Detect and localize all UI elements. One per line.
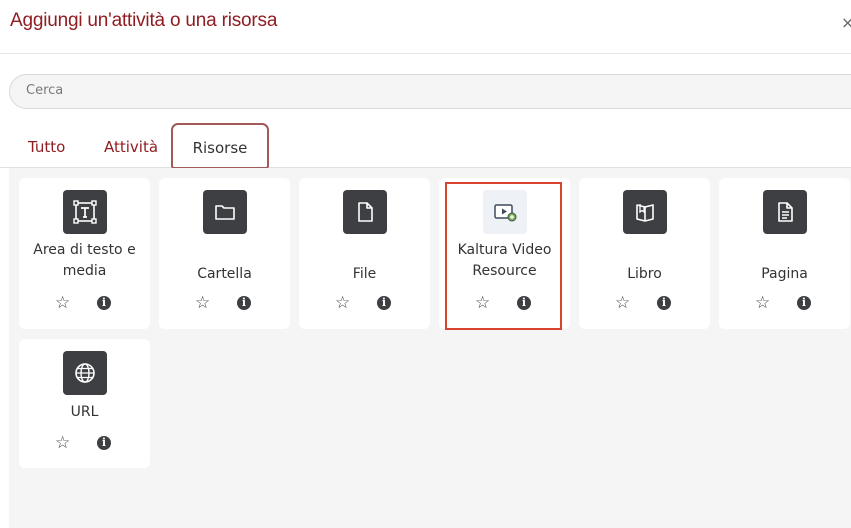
resource-label: Libro bbox=[627, 266, 662, 282]
close-icon[interactable]: × bbox=[841, 13, 851, 32]
resource-card-file[interactable]: File ☆ i bbox=[299, 178, 430, 329]
tab-bar: Tutto Attività Risorse bbox=[0, 120, 851, 169]
resource-card-area-testo[interactable]: Area di testo e media ☆ i bbox=[19, 178, 150, 329]
resource-card-pagina[interactable]: Pagina ☆ i bbox=[719, 178, 850, 329]
star-icon[interactable]: ☆ bbox=[55, 434, 70, 452]
resource-label: File bbox=[352, 266, 377, 282]
search-field[interactable] bbox=[9, 74, 851, 109]
resource-card-url[interactable]: URL ☆ i bbox=[19, 339, 150, 468]
resource-label: Pagina bbox=[761, 266, 808, 282]
resource-label: URL bbox=[70, 404, 99, 420]
star-icon[interactable]: ☆ bbox=[55, 294, 70, 312]
search-input[interactable] bbox=[26, 83, 726, 98]
info-icon[interactable]: i bbox=[237, 296, 251, 310]
star-icon[interactable]: ☆ bbox=[335, 294, 350, 312]
info-icon[interactable]: i bbox=[377, 296, 391, 310]
dialog-title: Aggiungi un'attività o una risorsa bbox=[10, 10, 278, 31]
resource-label: Area di testo e media bbox=[33, 242, 136, 279]
info-icon[interactable]: i bbox=[517, 296, 531, 310]
dialog-header: Aggiungi un'attività o una risorsa × bbox=[0, 0, 851, 54]
file-icon bbox=[343, 190, 387, 234]
star-icon[interactable]: ☆ bbox=[615, 294, 630, 312]
info-icon[interactable]: i bbox=[97, 296, 111, 310]
resource-label: Cartella bbox=[197, 266, 252, 282]
star-icon[interactable]: ☆ bbox=[195, 294, 210, 312]
resource-card-libro[interactable]: Libro ☆ i bbox=[579, 178, 710, 329]
star-icon[interactable]: ☆ bbox=[755, 294, 770, 312]
text-area-icon bbox=[63, 190, 107, 234]
resource-card-cartella[interactable]: Cartella ☆ i bbox=[159, 178, 290, 329]
resource-label: Kaltura Video Resource bbox=[457, 242, 552, 279]
globe-icon bbox=[63, 351, 107, 395]
book-icon bbox=[623, 190, 667, 234]
tab-risorse[interactable]: Risorse bbox=[171, 123, 269, 169]
tab-attivita[interactable]: Attività bbox=[104, 138, 158, 156]
folder-icon bbox=[203, 190, 247, 234]
info-icon[interactable]: i bbox=[797, 296, 811, 310]
page-icon bbox=[763, 190, 807, 234]
info-icon[interactable]: i bbox=[97, 436, 111, 450]
add-activity-dialog: Aggiungi un'attività o una risorsa × Tut… bbox=[0, 0, 851, 528]
kaltura-video-icon bbox=[483, 190, 527, 234]
info-icon[interactable]: i bbox=[657, 296, 671, 310]
star-icon[interactable]: ☆ bbox=[475, 294, 490, 312]
resource-card-kaltura[interactable]: Kaltura Video Resource ☆ i bbox=[439, 178, 570, 329]
tab-tutto[interactable]: Tutto bbox=[28, 138, 65, 156]
